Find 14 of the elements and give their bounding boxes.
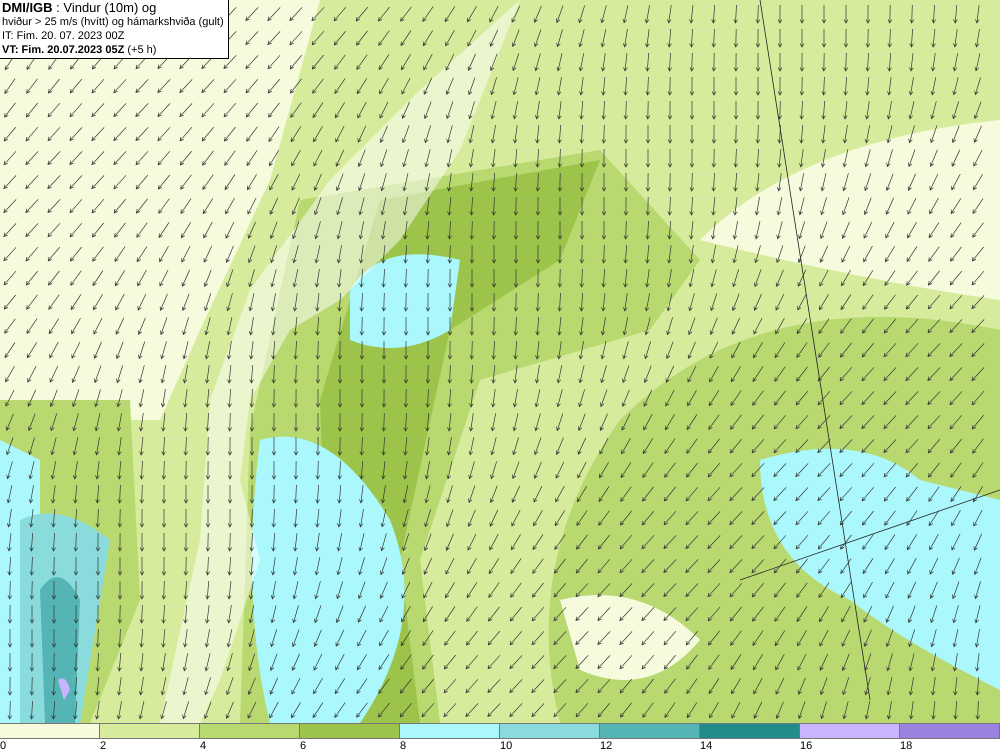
scale-label: 16	[800, 739, 812, 753]
title-line: DMI/IGB : Vindur (10m) og	[2, 1, 158, 15]
scale-label: 10	[500, 739, 512, 753]
scale-label: 14	[700, 739, 712, 753]
scale-label: 4	[200, 739, 206, 753]
scale-label: 2	[100, 739, 106, 753]
title-line: IT: Fim. 20. 07. 2023 00Z	[2, 29, 126, 43]
scale-label: 12	[600, 739, 612, 753]
scale-label: 0	[0, 739, 6, 753]
scale-label: 8	[400, 739, 406, 753]
title-line: hviður > 25 m/s (hvítt) og hámarkshviða (gult)	[2, 15, 224, 29]
title-line: VT: Fim. 20.07.2023 05Z (+5 h)	[2, 43, 158, 57]
scale-label: 6	[300, 739, 306, 753]
scale-label: 18	[900, 739, 912, 753]
